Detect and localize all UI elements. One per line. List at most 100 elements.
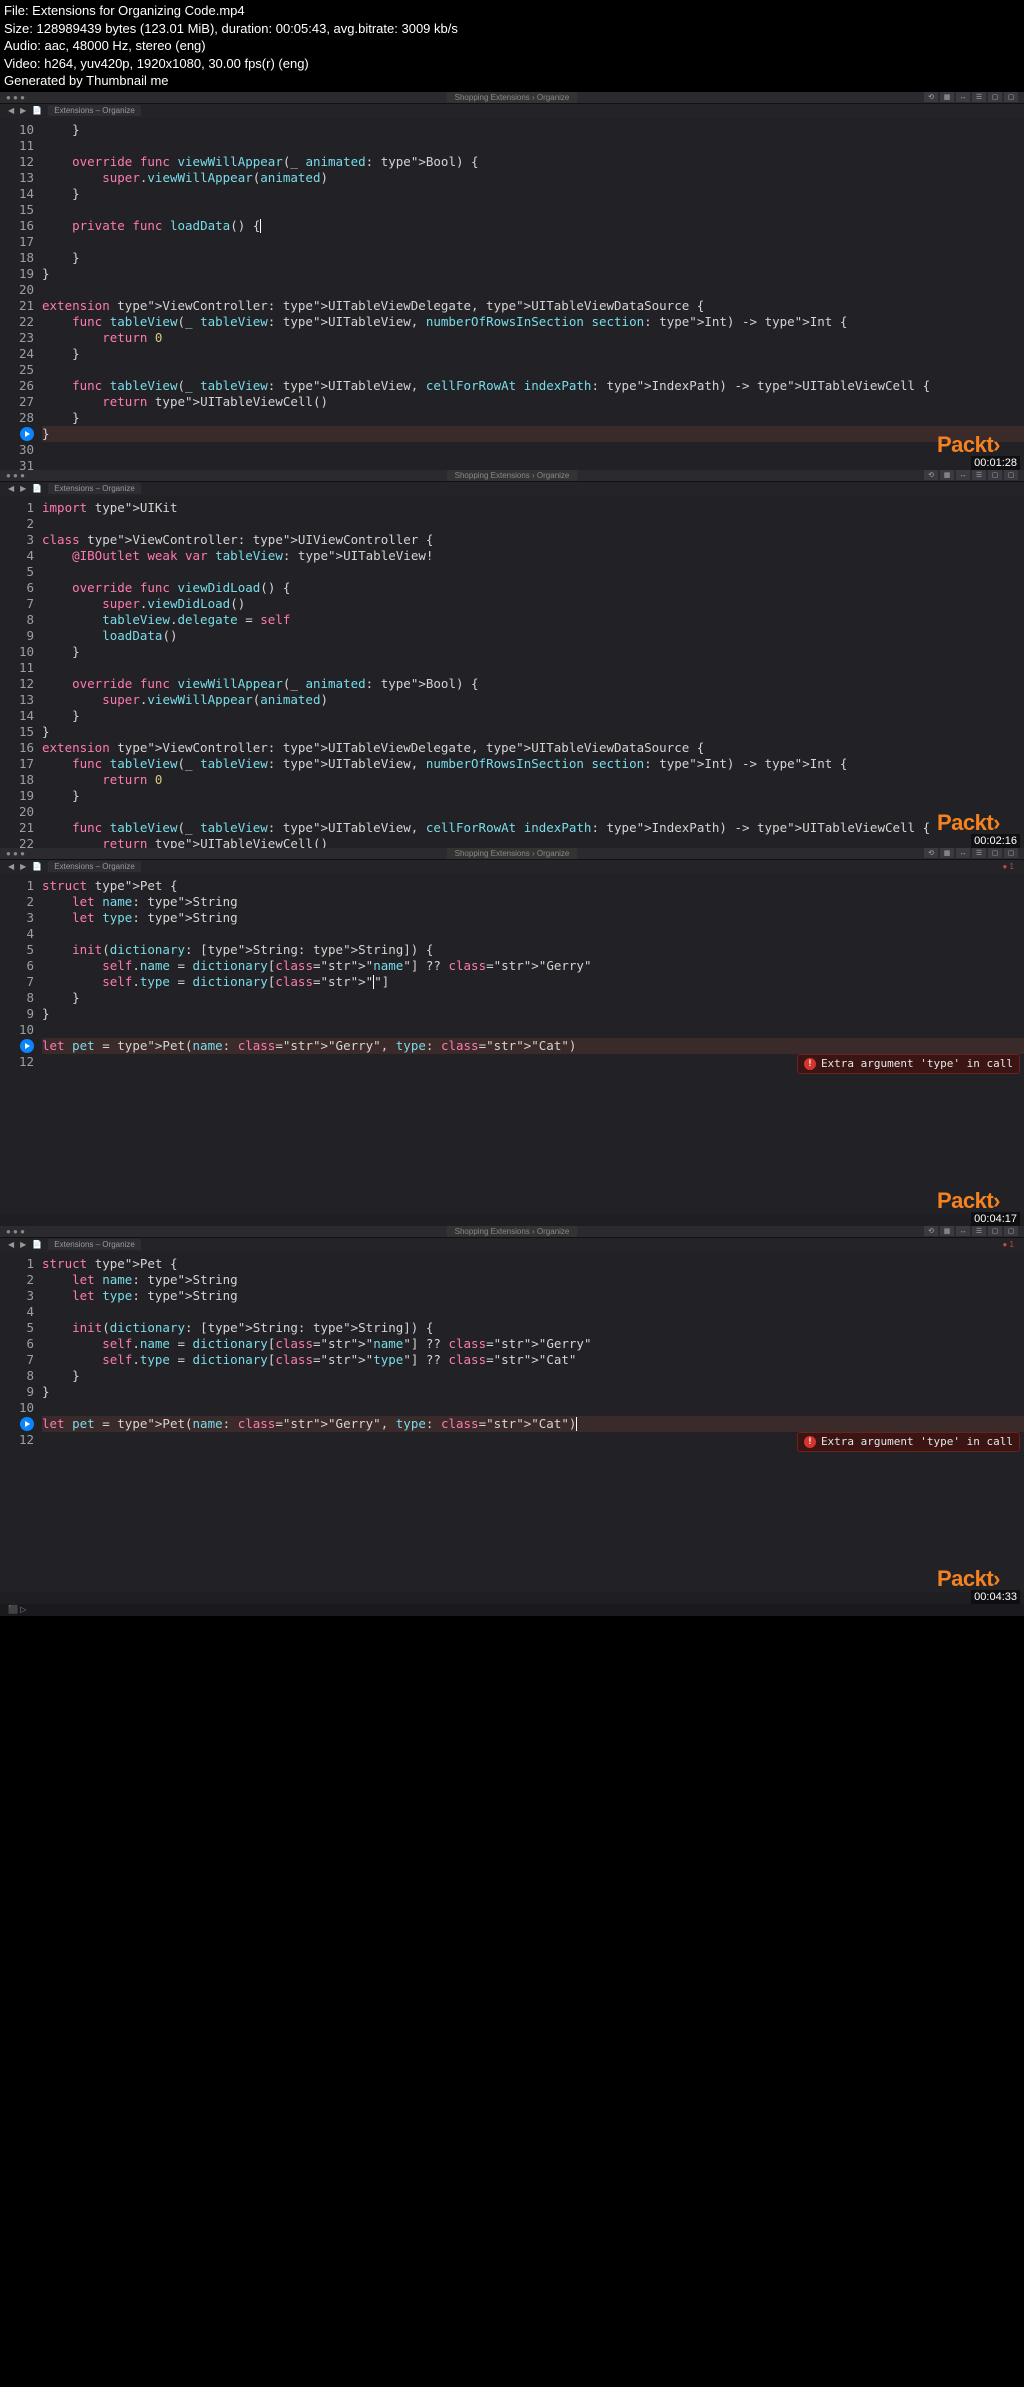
code-content[interactable]: struct type">Pet { let name: type">Strin…: [42, 1252, 1024, 1592]
thumbnail-frame: ● ● ● Shopping Extensions › Organize ⟲ ▦…: [0, 848, 1024, 1226]
toolbar-button[interactable]: ☰: [972, 92, 986, 102]
toolbar-button[interactable]: ↔: [956, 848, 970, 858]
toolbar-button[interactable]: ▦: [940, 92, 954, 102]
line-gutter: 1234567891011121314151617181920212223: [0, 496, 42, 848]
window-title: Shopping Extensions › Organize: [447, 848, 578, 859]
code-content[interactable]: import type">UIKit class type">ViewContr…: [42, 496, 1024, 848]
toolbar-left: ● ● ●: [6, 471, 25, 480]
toolbar-right: ⟲ ▦ ↔ ☰ ▢ ▢: [924, 470, 1018, 480]
forward-icon[interactable]: ▶: [20, 862, 26, 871]
file-icon: 📄: [32, 1240, 42, 1249]
error-text: Extra argument 'type' in call: [821, 1434, 1013, 1450]
toolbar-button[interactable]: ☰: [972, 848, 986, 858]
toolbar-button[interactable]: ▢: [1004, 1226, 1018, 1236]
toolbar-button[interactable]: ⟲: [924, 848, 938, 858]
error-badge-icon: !: [804, 1058, 816, 1070]
file-tab[interactable]: Extensions – Organize: [48, 105, 141, 116]
frame-timestamp: 00:02:16: [971, 834, 1020, 848]
file-tab[interactable]: Extensions – Organize: [48, 483, 141, 494]
toolbar-right: ⟲ ▦ ↔ ☰ ▢ ▢: [924, 848, 1018, 858]
forward-icon[interactable]: ▶: [20, 484, 26, 493]
breadcrumb-bar: ◀ ▶ 📄 Extensions – Organize: [0, 104, 1024, 118]
line-gutter: 1011121314151617181920212223242526272830…: [0, 118, 42, 478]
toolbar-button[interactable]: ▢: [1004, 470, 1018, 480]
file-metadata-header: File: Extensions for Organizing Code.mp4…: [0, 0, 1024, 92]
file-tab[interactable]: Extensions – Organize: [48, 1239, 141, 1250]
back-icon[interactable]: ◀: [8, 484, 14, 493]
code-content[interactable]: } override func viewWillAppear(_ animate…: [42, 118, 1024, 478]
toolbar-button[interactable]: ⟲: [924, 1226, 938, 1236]
toolbar-button[interactable]: ⟲: [924, 92, 938, 102]
error-indicator[interactable]: ● 1: [1002, 862, 1014, 871]
code-editor[interactable]: 1011121314151617181920212223242526272830…: [0, 118, 1024, 478]
meta-file: File: Extensions for Organizing Code.mp4: [4, 2, 1020, 20]
publisher-watermark: Packt›: [937, 1188, 1000, 1214]
back-icon[interactable]: ◀: [8, 862, 14, 871]
thumbnail-frame: ● ● ● Shopping Extensions › Organize ⟲ ▦…: [0, 1226, 1024, 1604]
forward-icon[interactable]: ▶: [20, 1240, 26, 1249]
error-text: Extra argument 'type' in call: [821, 1056, 1013, 1072]
window-title: Shopping Extensions › Organize: [447, 470, 578, 481]
file-icon: 📄: [32, 862, 42, 871]
toolbar-left: ● ● ●: [6, 93, 25, 102]
code-editor[interactable]: 1234567891012struct type">Pet { let name…: [0, 1252, 1024, 1592]
code-editor[interactable]: 1234567891011121314151617181920212223imp…: [0, 496, 1024, 848]
run-indicator-icon[interactable]: [20, 427, 34, 441]
frame-timestamp: 00:01:28: [971, 456, 1020, 470]
frame-timestamp: 00:04:33: [971, 1590, 1020, 1604]
toolbar-button[interactable]: ▦: [940, 848, 954, 858]
inline-error-banner[interactable]: ! Extra argument 'type' in call: [797, 1432, 1020, 1452]
run-indicator-icon[interactable]: [20, 1417, 34, 1431]
toolbar-button[interactable]: ▢: [1004, 92, 1018, 102]
toolbar-left: ● ● ●: [6, 1227, 25, 1236]
frame-timestamp: 00:04:17: [971, 1212, 1020, 1226]
thumbnail-frame: ● ● ● Shopping Extensions › Organize ⟲ ▦…: [0, 92, 1024, 470]
publisher-watermark: Packt›: [937, 1566, 1000, 1592]
toolbar-button[interactable]: ↔: [956, 1226, 970, 1236]
back-icon[interactable]: ◀: [8, 106, 14, 115]
toolbar-button[interactable]: ▢: [988, 92, 1002, 102]
breadcrumb-bar: ◀ ▶ 📄 Extensions – Organize: [0, 482, 1024, 496]
window-title: Shopping Extensions › Organize: [447, 92, 578, 103]
toolbar-button[interactable]: ↔: [956, 470, 970, 480]
file-tab[interactable]: Extensions – Organize: [48, 861, 141, 872]
meta-size: Size: 128989439 bytes (123.01 MiB), dura…: [4, 20, 1020, 38]
toolbar-right: ⟲ ▦ ↔ ☰ ▢ ▢: [924, 92, 1018, 102]
toolbar-button[interactable]: ▢: [1004, 848, 1018, 858]
toolbar-button[interactable]: ▢: [988, 1226, 1002, 1236]
meta-audio: Audio: aac, 48000 Hz, stereo (eng): [4, 37, 1020, 55]
window-title: Shopping Extensions › Organize: [447, 1226, 578, 1237]
publisher-watermark: Packt›: [937, 810, 1000, 836]
error-badge-icon: !: [804, 1436, 816, 1448]
file-icon: 📄: [32, 106, 42, 115]
meta-generator: Generated by Thumbnail me: [4, 72, 1020, 90]
window-toolbar: ● ● ● Shopping Extensions › Organize ⟲ ▦…: [0, 1226, 1024, 1238]
code-editor[interactable]: 1234567891012struct type">Pet { let name…: [0, 874, 1024, 1214]
toolbar-button[interactable]: ☰: [972, 470, 986, 480]
breadcrumb-bar: ◀ ▶ 📄 Extensions – Organize ● 1: [0, 1238, 1024, 1252]
toolbar-left: ● ● ●: [6, 849, 25, 858]
toolbar-button[interactable]: ⟲: [924, 470, 938, 480]
toolbar-button[interactable]: ▦: [940, 1226, 954, 1236]
error-indicator[interactable]: ● 1: [1002, 1240, 1014, 1249]
thumbnail-frame: ● ● ● Shopping Extensions › Organize ⟲ ▦…: [0, 470, 1024, 848]
toolbar-button[interactable]: ▢: [988, 848, 1002, 858]
file-icon: 📄: [32, 484, 42, 493]
forward-icon[interactable]: ▶: [20, 106, 26, 115]
window-toolbar: ● ● ● Shopping Extensions › Organize ⟲ ▦…: [0, 470, 1024, 482]
code-content[interactable]: struct type">Pet { let name: type">Strin…: [42, 874, 1024, 1214]
run-indicator-icon[interactable]: [20, 1039, 34, 1053]
meta-video: Video: h264, yuv420p, 1920x1080, 30.00 f…: [4, 55, 1020, 73]
line-gutter: 1234567891012: [0, 874, 42, 1214]
toolbar-button[interactable]: ☰: [972, 1226, 986, 1236]
toolbar-button[interactable]: ↔: [956, 92, 970, 102]
toolbar-button[interactable]: ▦: [940, 470, 954, 480]
window-toolbar: ● ● ● Shopping Extensions › Organize ⟲ ▦…: [0, 92, 1024, 104]
toolbar-button[interactable]: ▢: [988, 470, 1002, 480]
breadcrumb-bar: ◀ ▶ 📄 Extensions – Organize ● 1: [0, 860, 1024, 874]
back-icon[interactable]: ◀: [8, 1240, 14, 1249]
publisher-watermark: Packt›: [937, 432, 1000, 458]
thumbnailer-footer: ⬛ ▷: [0, 1604, 1024, 1616]
inline-error-banner[interactable]: ! Extra argument 'type' in call: [797, 1054, 1020, 1074]
line-gutter: 1234567891012: [0, 1252, 42, 1592]
